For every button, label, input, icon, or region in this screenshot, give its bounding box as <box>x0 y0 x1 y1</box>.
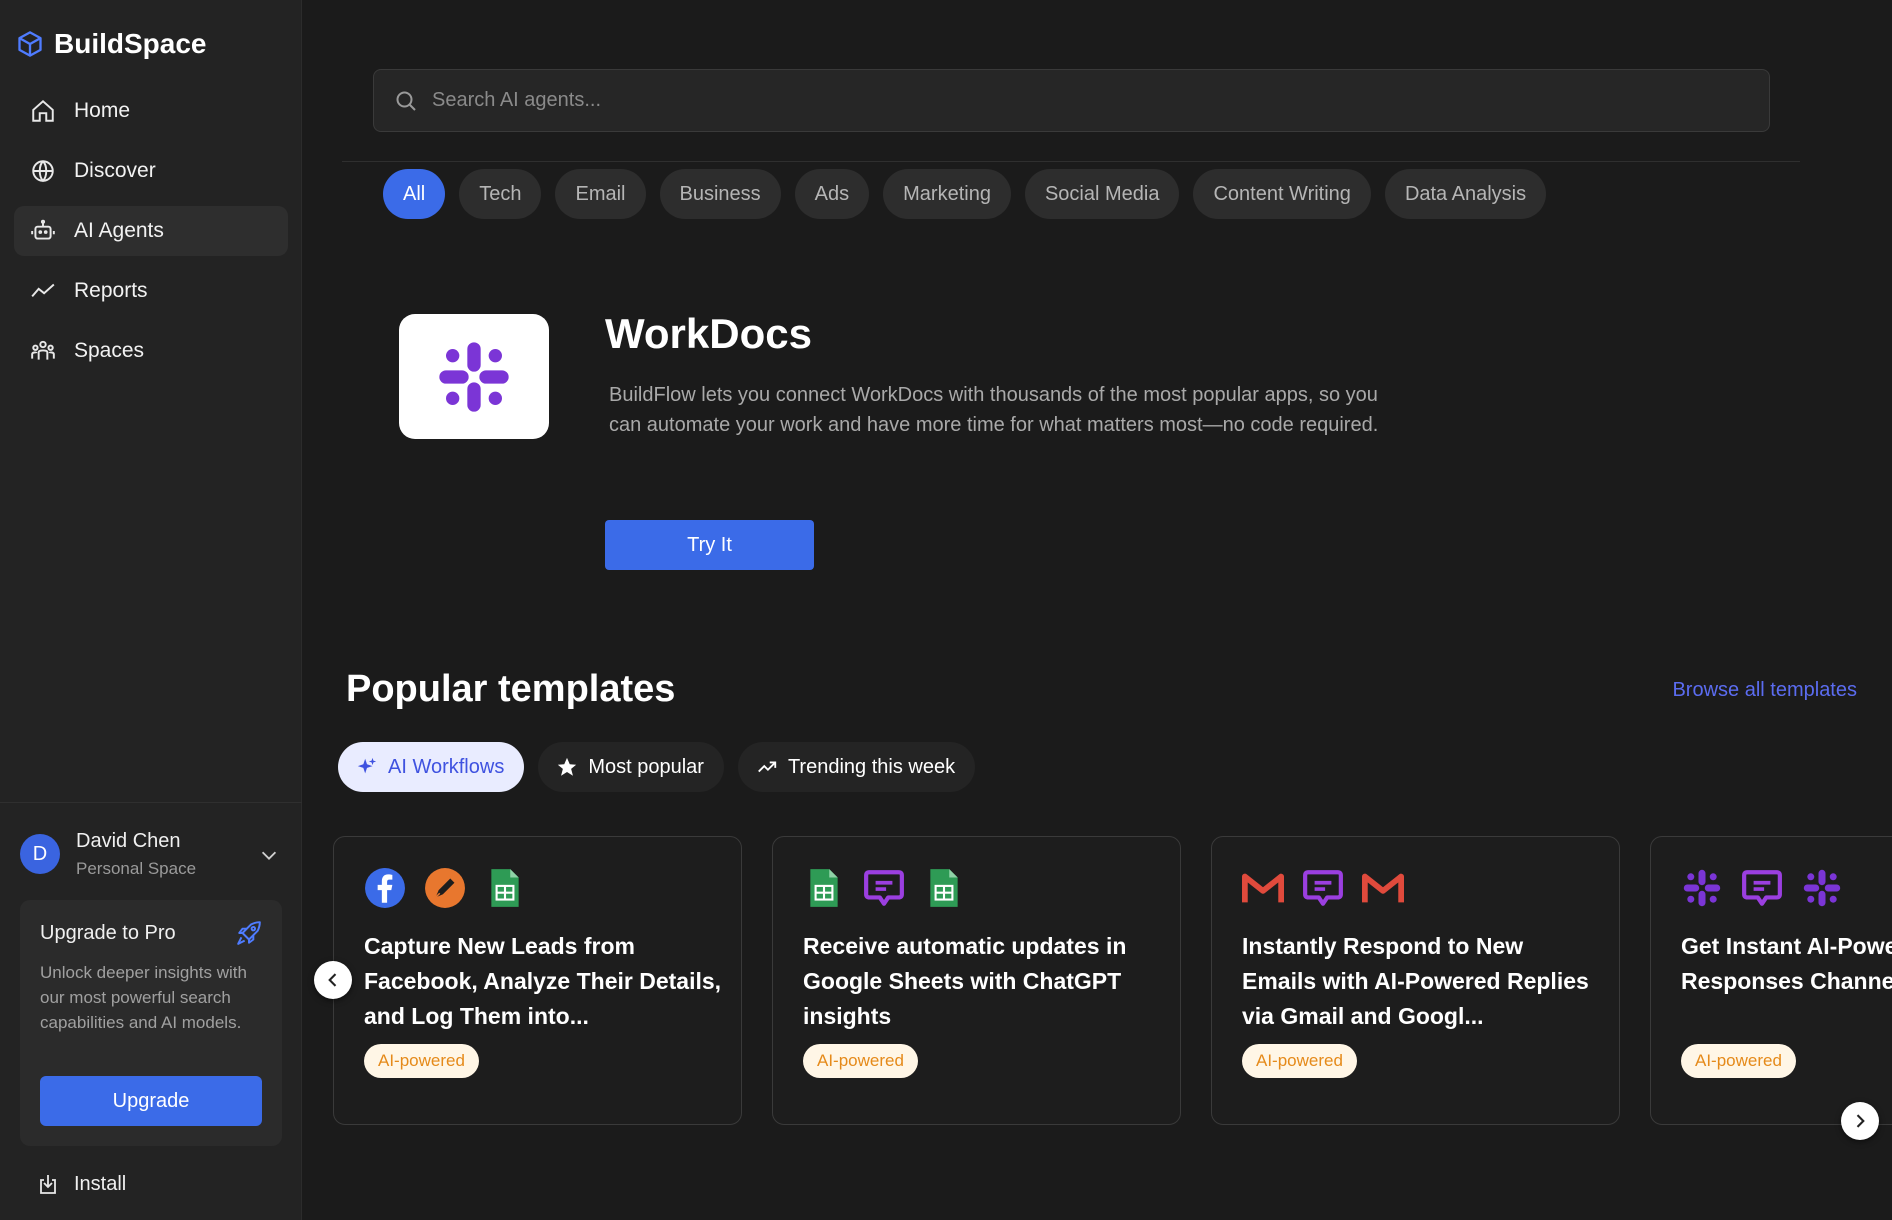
avatar: D <box>20 834 60 874</box>
hero-description: BuildFlow lets you connect WorkDocs with… <box>609 384 1379 436</box>
tab-label: Most popular <box>588 755 704 778</box>
google-sheets-icon <box>803 867 845 909</box>
slack-icon <box>439 341 509 412</box>
template-carousel: Capture New Leads from Facebook, Analyze… <box>333 836 1892 1126</box>
template-card[interactable]: Capture New Leads from Facebook, Analyze… <box>333 836 742 1125</box>
carousel-prev-button[interactable] <box>314 961 352 999</box>
sidebar-item-reports[interactable]: Reports <box>14 266 288 316</box>
chat-icon <box>1302 867 1344 909</box>
template-card[interactable]: Instantly Respond to New Emails with AI-… <box>1211 836 1620 1125</box>
section-title: Popular templates <box>346 668 676 710</box>
hero-app-logo <box>399 314 549 439</box>
sidebar-item-label: Discover <box>74 159 156 182</box>
tab-label: Trending this week <box>787 755 956 778</box>
chip-marketing[interactable]: Marketing <box>883 169 1011 219</box>
chip-all[interactable]: All <box>383 169 446 219</box>
tab-ai-workflows[interactable]: AI Workflows <box>338 742 525 792</box>
cube-logo-icon <box>18 31 42 57</box>
install-icon <box>40 1175 56 1194</box>
brand[interactable]: BuildSpace <box>16 28 206 60</box>
sidebar-item-home[interactable]: Home <box>14 86 288 136</box>
sidebar-item-label: AI Agents <box>74 219 164 242</box>
sidebar-item-spaces[interactable]: Spaces <box>14 326 288 376</box>
chat-icon <box>863 867 905 909</box>
chip-content-writing[interactable]: Content Writing <box>1193 169 1371 219</box>
sidebar-nav: Home Discover AI Agents Reports Spaces <box>14 86 288 386</box>
upgrade-card: Upgrade to Pro Unlock deeper insights wi… <box>20 900 282 1146</box>
google-sheets-icon <box>923 867 965 909</box>
chat-icon <box>1741 867 1783 909</box>
template-card-title: Receive automatic updates in Google Shee… <box>803 933 1127 1029</box>
tab-label: AI Workflows <box>388 755 505 778</box>
robot-icon <box>31 219 55 240</box>
tab-most-popular[interactable]: Most popular <box>538 742 724 792</box>
user-space: Personal Space <box>76 858 197 878</box>
brand-name: BuildSpace <box>54 28 207 59</box>
try-it-button[interactable]: Try It <box>605 520 814 570</box>
facebook-icon <box>364 867 406 909</box>
template-card-title: Instantly Respond to New Emails with AI-… <box>1242 933 1589 1029</box>
upgrade-title: Upgrade to Pro <box>40 922 176 944</box>
hero-title: WorkDocs <box>605 310 812 357</box>
upgrade-button[interactable]: Upgrade <box>40 1076 262 1126</box>
sidebar-item-discover[interactable]: Discover <box>14 146 288 196</box>
sidebar-item-ai-agents[interactable]: AI Agents <box>14 206 288 256</box>
template-card-title: Get Instant AI-Powered Support Responses… <box>1681 933 1892 994</box>
search-icon <box>396 91 416 111</box>
home-icon <box>32 99 54 122</box>
sidebar-item-label: Home <box>74 99 131 122</box>
search-bar <box>373 69 1770 132</box>
slack-icon <box>1681 867 1723 909</box>
sidebar-item-label: Spaces <box>74 339 145 362</box>
chip-social-media[interactable]: Social Media <box>1024 169 1180 219</box>
browse-all-templates-link[interactable]: Browse all templates <box>1672 679 1857 702</box>
tab-trending-this-week[interactable]: Trending this week <box>737 742 976 792</box>
google-sheets-icon <box>484 867 526 909</box>
upgrade-description: Unlock deeper insights with our most pow… <box>40 963 247 1032</box>
chevron-left-icon <box>328 973 337 987</box>
install-button[interactable]: Install <box>36 1172 126 1196</box>
trend-icon <box>31 283 55 298</box>
sidebar: BuildSpace Home Discover AI Agents Repor… <box>0 0 302 1220</box>
ai-powered-badge: AI-powered <box>1242 1044 1357 1078</box>
slack-icon <box>1801 867 1843 909</box>
template-card-title: Capture New Leads from Facebook, Analyze… <box>364 933 722 1029</box>
gmail-icon <box>1362 867 1404 909</box>
chip-ads[interactable]: Ads <box>794 169 870 219</box>
template-card[interactable]: Get Instant AI-Powered Support Responses… <box>1650 836 1892 1125</box>
ai-powered-badge: AI-powered <box>364 1044 479 1078</box>
trend-icon <box>758 761 777 773</box>
pen-tool-icon <box>424 867 466 909</box>
star-icon <box>558 757 577 776</box>
search-input[interactable] <box>432 89 1632 112</box>
sidebar-item-label: Reports <box>74 279 148 302</box>
main-divider <box>342 161 1800 162</box>
chip-business[interactable]: Business <box>659 169 781 219</box>
chevron-down-icon[interactable] <box>258 844 280 866</box>
template-card[interactable]: Receive automatic updates in Google Shee… <box>772 836 1181 1125</box>
sidebar-divider <box>0 802 302 803</box>
sparkle-icon <box>357 757 377 774</box>
chip-email[interactable]: Email <box>555 169 646 219</box>
user-menu[interactable]: D David Chen Personal Space <box>20 826 282 882</box>
chip-data-analysis[interactable]: Data Analysis <box>1384 169 1547 219</box>
carousel-next-button[interactable] <box>1841 1102 1879 1140</box>
category-chips: All Tech Email Business Ads Marketing So… <box>383 169 1547 219</box>
template-tabs: AI Workflows Most popular Trending this … <box>338 742 976 792</box>
globe-icon <box>32 160 54 183</box>
gmail-icon <box>1242 867 1284 909</box>
user-name: David Chen <box>76 829 181 852</box>
chevron-right-icon <box>1856 1114 1865 1128</box>
ai-powered-badge: AI-powered <box>1681 1044 1796 1078</box>
install-label: Install <box>74 1172 127 1195</box>
people-icon <box>31 340 55 360</box>
chip-tech[interactable]: Tech <box>459 169 542 219</box>
ai-powered-badge: AI-powered <box>803 1044 918 1078</box>
rocket-icon <box>237 921 261 945</box>
